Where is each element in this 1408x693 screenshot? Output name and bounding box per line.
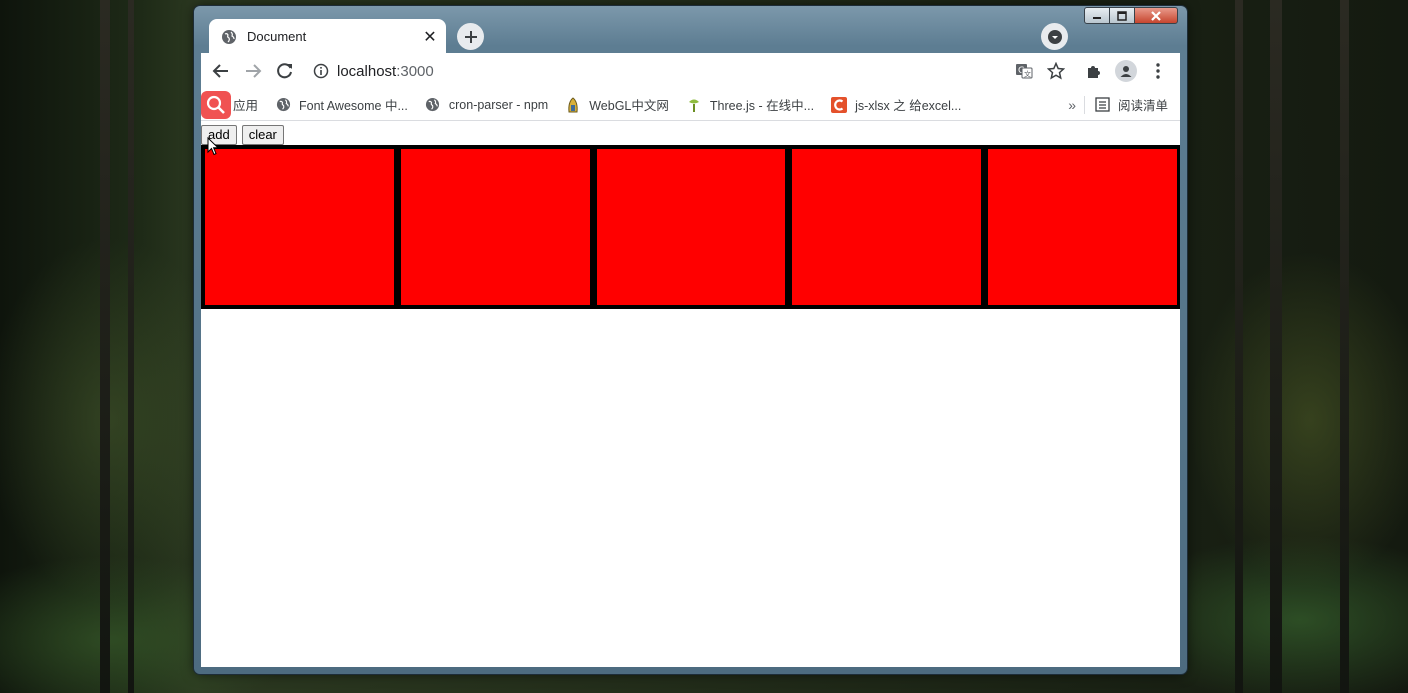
puzzle-icon <box>1088 66 1100 78</box>
bookmark-webgl[interactable]: WebGL中文网 <box>565 95 669 114</box>
translate-icon: G文 <box>1016 64 1033 79</box>
star-icon <box>1047 62 1065 80</box>
bookmark-label: 应用 <box>233 99 259 113</box>
reading-list-icon <box>1095 97 1110 112</box>
bookmark-label: cron-parser - npm <box>448 97 549 112</box>
arrow-left-icon <box>212 64 228 78</box>
reading-list-button[interactable]: 阅读清单 <box>1095 95 1168 114</box>
svg-text:文: 文 <box>1024 70 1031 79</box>
bookmark-star-button[interactable] <box>1040 55 1072 87</box>
bookmarks-bar: 应用 Font Awesome 中... cron-parser - npm W… <box>201 89 1180 121</box>
red-box <box>205 149 394 305</box>
tab-document[interactable]: Document ✕ <box>209 19 446 54</box>
kebab-menu-icon <box>1156 63 1160 79</box>
person-icon <box>1120 66 1132 77</box>
globe-icon <box>275 97 291 113</box>
red-box <box>988 149 1177 305</box>
globe-icon <box>222 29 236 44</box>
reading-list-label: 阅读清单 <box>1117 99 1168 113</box>
mouse-cursor-icon <box>207 137 219 156</box>
webgl-icon <box>565 96 581 113</box>
info-icon <box>313 63 329 79</box>
chevron-down-icon <box>1047 29 1062 44</box>
red-box <box>596 149 786 305</box>
arrow-right-icon <box>246 64 262 78</box>
bookmark-label: WebGL中文网 <box>589 99 669 113</box>
bookmark-font-awesome[interactable]: Font Awesome 中... <box>275 95 408 114</box>
browser-window: Document ✕ localhost:3000 G文 应用 Font Aw… <box>194 6 1187 674</box>
bookmark-label: Three.js - 在线中... <box>709 99 815 113</box>
menu-button[interactable] <box>1142 55 1174 87</box>
plus-icon <box>464 30 477 43</box>
bookmark-js-xlsx[interactable]: js-xlsx 之 给excel... <box>831 95 961 114</box>
url-port: :3000 <box>396 62 434 80</box>
browser-toolbar: localhost:3000 G文 <box>201 53 1180 89</box>
bookmark-label: Font Awesome 中... <box>299 99 408 113</box>
tab-search-button[interactable] <box>1041 23 1068 50</box>
extensions-button[interactable] <box>1078 55 1110 87</box>
reload-button[interactable] <box>269 55 301 87</box>
address-bar[interactable]: localhost:3000 <box>313 56 993 86</box>
reload-icon <box>277 63 292 79</box>
page-content: add clear <box>201 121 1180 667</box>
red-box <box>792 149 982 305</box>
bookmark-cron-parser[interactable]: cron-parser - npm <box>425 97 548 113</box>
box-row <box>201 145 1180 309</box>
new-tab-button[interactable] <box>457 23 484 50</box>
tab-close-icon[interactable]: ✕ <box>420 27 440 47</box>
globe-icon <box>425 97 441 113</box>
tab-strip: Document ✕ <box>194 18 1187 54</box>
profile-button[interactable] <box>1110 55 1142 87</box>
forward-button[interactable] <box>237 55 269 87</box>
clear-button[interactable]: clear <box>241 125 284 145</box>
magnifier-icon <box>206 95 225 114</box>
threejs-icon <box>686 97 702 113</box>
csdn-icon <box>831 96 848 113</box>
bookmark-apps[interactable]: 应用 <box>233 95 258 114</box>
url-host: localhost <box>337 62 397 80</box>
back-button[interactable] <box>205 55 237 87</box>
bookmarks-overflow-button[interactable]: » <box>1068 97 1076 113</box>
avatar <box>1115 60 1137 82</box>
bookmarks-divider <box>1083 95 1085 114</box>
toolbar-actions: G文 <box>1008 55 1174 87</box>
extension-search-button[interactable] <box>201 90 231 119</box>
tab-title: Document <box>247 29 307 44</box>
red-box <box>400 149 590 305</box>
translate-button[interactable]: G文 <box>1008 55 1040 87</box>
bookmark-label: js-xlsx 之 给excel... <box>855 99 962 113</box>
bookmark-threejs[interactable]: Three.js - 在线中... <box>686 95 814 114</box>
